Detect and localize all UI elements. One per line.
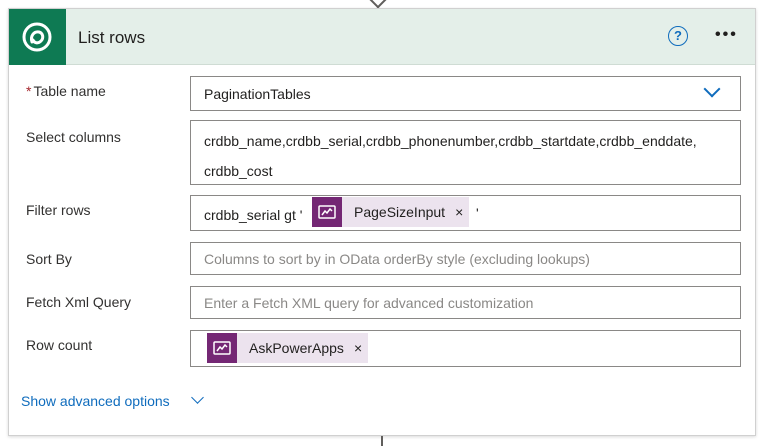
fetch-xml-placeholder: Enter a Fetch XML query for advanced cus… <box>204 295 534 311</box>
row-count-input[interactable]: AskPowerApps × <box>190 330 741 367</box>
table-name-value: PaginationTables <box>204 86 311 102</box>
fetch-xml-input[interactable]: Enter a Fetch XML query for advanced cus… <box>190 286 741 319</box>
row-count-label: Row count <box>26 337 93 353</box>
sort-by-input[interactable]: Columns to sort by in OData orderBy styl… <box>190 242 741 275</box>
more-options-icon[interactable]: ••• <box>715 26 738 44</box>
filter-rows-suffix: ' <box>476 205 479 221</box>
select-columns-line-1: crdbb_name,crdbb_serial,crdbb_phonenumbe… <box>204 133 697 149</box>
token-label: AskPowerApps <box>249 340 344 356</box>
connector-line-bottom <box>381 436 383 446</box>
chevron-down-icon[interactable] <box>703 80 721 98</box>
card-header[interactable]: List rows ? ••• <box>9 9 755 65</box>
filter-rows-input[interactable]: crdbb_serial gt ' PageSizeInput × ' <box>190 195 741 231</box>
remove-token-icon[interactable]: × <box>344 340 368 356</box>
select-columns-line-2: crdbb_cost <box>204 163 273 179</box>
show-advanced-options-link[interactable]: Show advanced options <box>21 393 170 409</box>
remove-token-icon[interactable]: × <box>445 204 469 220</box>
required-marker: * <box>26 83 32 99</box>
powerapps-icon <box>207 333 237 363</box>
ask-powerapps-token[interactable]: AskPowerApps × <box>207 333 369 363</box>
card-title: List rows <box>78 28 146 47</box>
filter-rows-label: Filter rows <box>26 202 91 218</box>
table-name-dropdown[interactable]: PaginationTables <box>190 76 741 111</box>
fetch-xml-label: Fetch Xml Query <box>26 294 132 310</box>
token-label: PageSizeInput <box>354 204 446 220</box>
dataverse-logo-icon <box>9 9 66 65</box>
action-card-list-rows: List rows ? ••• * Table name PaginationTa… <box>8 8 756 436</box>
table-name-label: * Table name <box>26 83 106 99</box>
filter-rows-prefix: crdbb_serial gt ' <box>204 207 303 223</box>
page-size-input-token[interactable]: PageSizeInput × <box>312 197 470 227</box>
select-columns-label: Select columns <box>26 129 121 145</box>
sort-by-placeholder: Columns to sort by in OData orderBy styl… <box>204 251 590 267</box>
select-columns-input[interactable]: crdbb_name,crdbb_serial,crdbb_phonenumbe… <box>190 120 741 185</box>
sort-by-label: Sort By <box>26 251 72 267</box>
chevron-down-icon[interactable] <box>191 391 204 404</box>
table-name-label-text: Table name <box>33 83 106 99</box>
help-icon[interactable]: ? <box>668 26 688 46</box>
powerapps-icon <box>312 197 342 227</box>
